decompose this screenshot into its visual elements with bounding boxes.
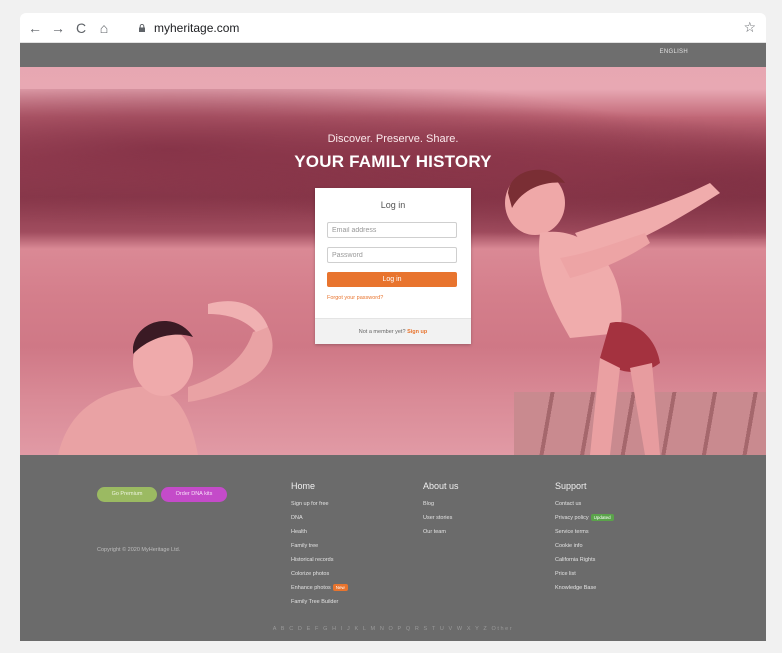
login-button[interactable]: Log in bbox=[327, 272, 457, 287]
back-arrow-icon[interactable]: ← bbox=[26, 19, 44, 37]
hero-tagline: Discover. Preserve. Share. bbox=[327, 133, 459, 145]
go-premium-button[interactable]: Go Premium bbox=[97, 487, 157, 502]
login-title: Log in bbox=[380, 200, 406, 210]
footer-link-cookie-info[interactable]: Cookie info bbox=[555, 539, 614, 553]
hero-banner: Discover. Preserve. Share. YOUR FAMILY H… bbox=[20, 67, 766, 455]
footer-link-user-stories[interactable]: User stories bbox=[423, 511, 459, 525]
footer-about-title[interactable]: About us bbox=[423, 481, 459, 491]
footer-link-signup-free[interactable]: Sign up for free bbox=[291, 497, 348, 511]
lock-icon bbox=[139, 24, 145, 32]
footer-link-historical-records[interactable]: Historical records bbox=[291, 553, 348, 567]
updated-badge: Updated bbox=[590, 514, 614, 522]
footer-link-enhance-photos[interactable]: Enhance photos New bbox=[291, 581, 348, 595]
top-bar: ENGLISH bbox=[20, 43, 766, 67]
footer-link-california-rights[interactable]: California Rights bbox=[555, 553, 614, 567]
footer-link-enhance-photos-label: Enhance photos bbox=[291, 585, 331, 591]
not-member-text: Not a member yet? bbox=[358, 329, 406, 335]
signup-link[interactable]: Sign up bbox=[407, 329, 427, 335]
new-badge: New bbox=[332, 584, 348, 592]
surname-alphabet-index[interactable]: A B C D E F G H I J K L M N O P Q R S T … bbox=[20, 626, 766, 632]
footer-link-dna[interactable]: DNA bbox=[291, 511, 348, 525]
web-page: ENGLISH Discover. Preserve. Share. YOUR … bbox=[20, 43, 766, 641]
url-text: myheritage.com bbox=[154, 21, 240, 35]
footer-link-health[interactable]: Health bbox=[291, 525, 348, 539]
footer-link-service-terms[interactable]: Service terms bbox=[555, 525, 614, 539]
footer-link-colorize-photos[interactable]: Colorize photos bbox=[291, 567, 348, 581]
reload-icon[interactable]: C bbox=[72, 19, 90, 37]
footer-support-title[interactable]: Support bbox=[555, 481, 614, 491]
hero-headline: YOUR FAMILY HISTORY bbox=[294, 152, 492, 171]
footer-link-blog[interactable]: Blog bbox=[423, 497, 459, 511]
hero-man-figure bbox=[58, 301, 273, 455]
signup-prompt: Not a member yet? Sign up bbox=[315, 318, 471, 344]
footer-link-price-list[interactable]: Price list bbox=[555, 567, 614, 581]
email-input[interactable] bbox=[327, 222, 457, 238]
footer-column-about: About us Blog User stories Our team bbox=[423, 481, 459, 539]
forward-arrow-icon[interactable]: → bbox=[49, 19, 67, 37]
browser-toolbar: ← → C ⌂ myheritage.com ☆ bbox=[20, 13, 766, 43]
footer-link-privacy-policy[interactable]: Privacy policy Updated bbox=[555, 511, 614, 525]
footer-link-family-tree-builder[interactable]: Family Tree Builder bbox=[291, 595, 348, 609]
hero-boy-figure bbox=[505, 169, 720, 455]
login-form: Log in Log in Forgot your password? Not … bbox=[315, 188, 471, 344]
footer-column-home: Home Sign up for free DNA Health Family … bbox=[291, 481, 348, 609]
footer-home-title[interactable]: Home bbox=[291, 481, 348, 491]
footer-link-privacy-policy-label: Privacy policy bbox=[555, 515, 589, 521]
footer-column-support: Support Contact us Privacy policy Updated… bbox=[555, 481, 614, 595]
footer-link-our-team[interactable]: Our team bbox=[423, 525, 459, 539]
home-icon[interactable]: ⌂ bbox=[95, 19, 113, 37]
footer-link-contact-us[interactable]: Contact us bbox=[555, 497, 614, 511]
language-selector[interactable]: ENGLISH bbox=[660, 49, 688, 55]
forgot-password-link[interactable]: Forgot your password? bbox=[327, 295, 383, 301]
bookmark-star-icon[interactable]: ☆ bbox=[743, 19, 756, 36]
order-dna-button[interactable]: Order DNA kits bbox=[161, 487, 227, 502]
footer-link-knowledge-base[interactable]: Knowledge Base bbox=[555, 581, 614, 595]
footer-link-family-tree[interactable]: Family tree bbox=[291, 539, 348, 553]
copyright-text: Copyright © 2020 MyHeritage Ltd. bbox=[97, 547, 181, 553]
password-input[interactable] bbox=[327, 247, 457, 263]
site-footer: Go Premium Order DNA kits Copyright © 20… bbox=[20, 455, 766, 641]
